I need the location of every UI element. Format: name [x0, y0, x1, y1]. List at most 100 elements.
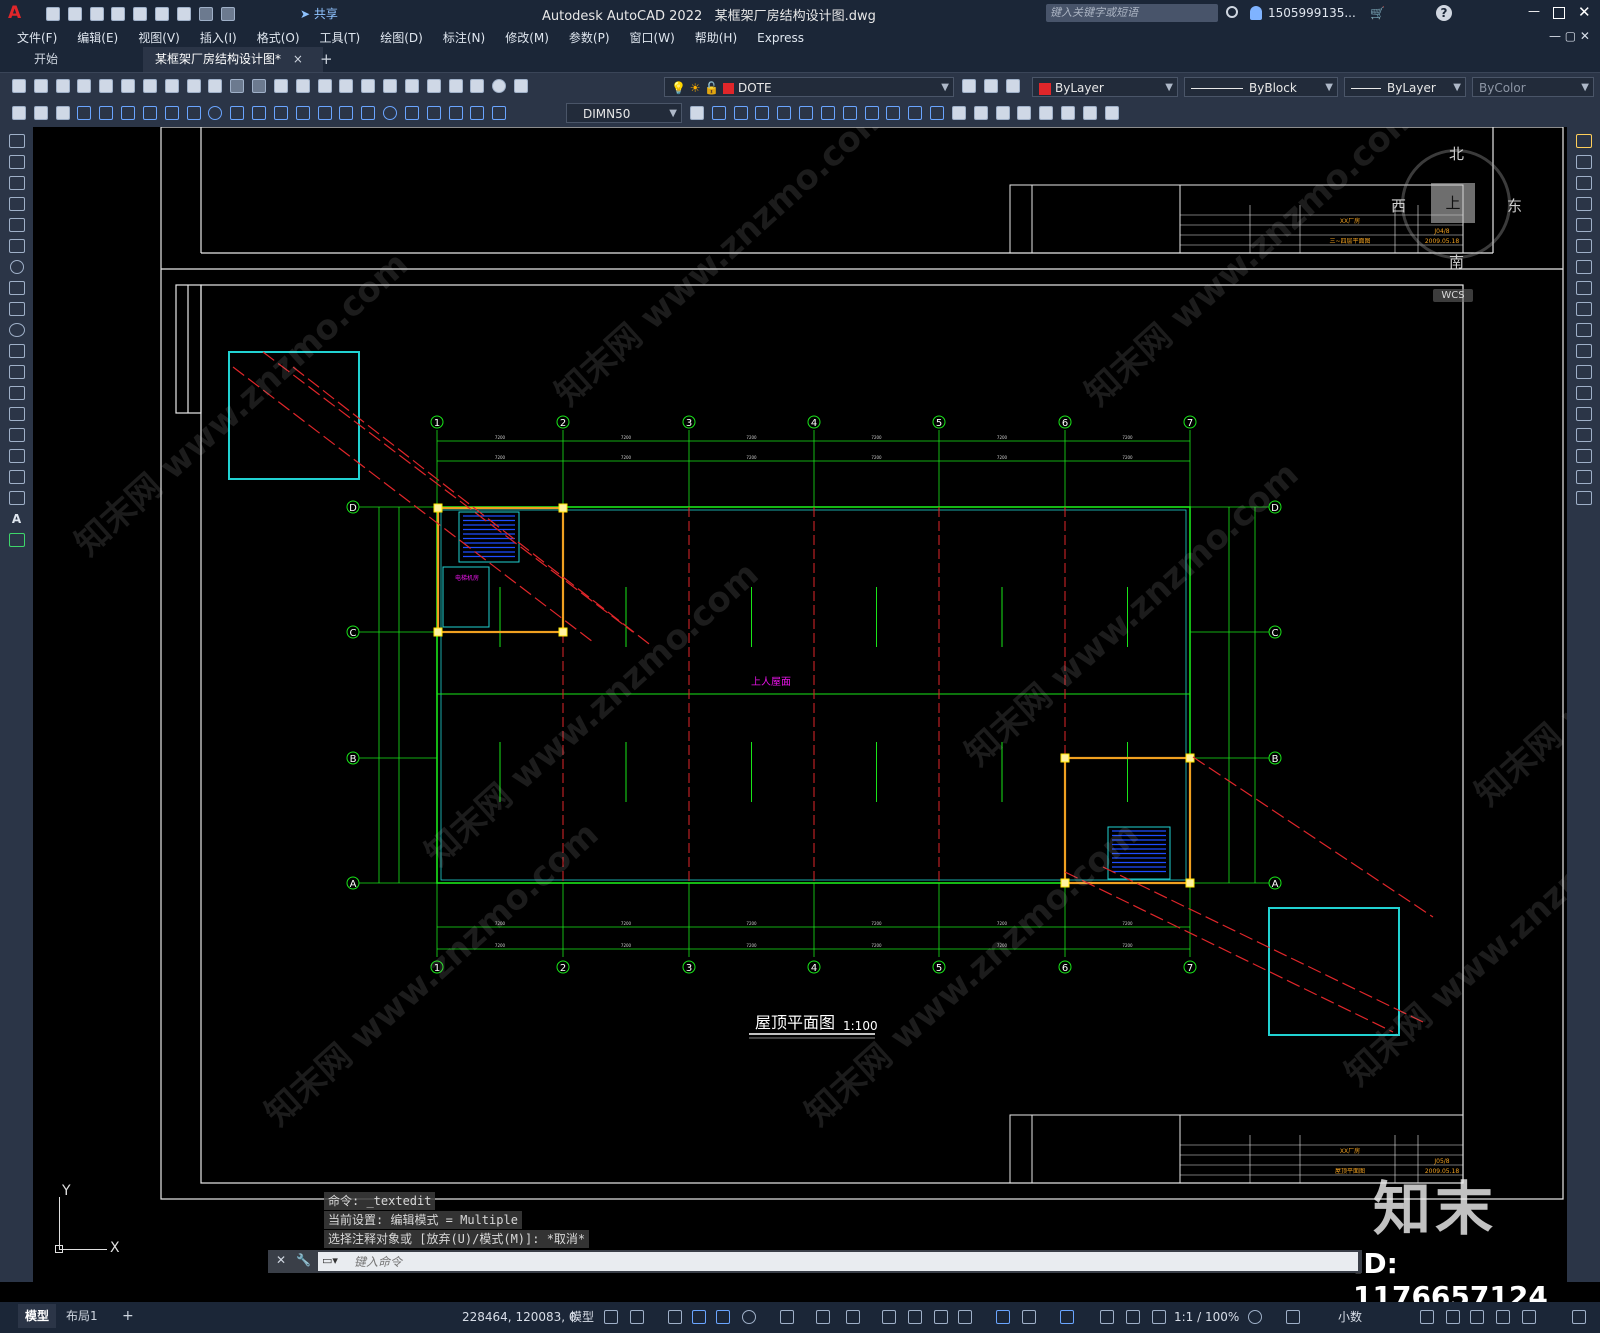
- lineweight-icon[interactable]: [882, 1310, 896, 1324]
- undo-icon[interactable]: [198, 6, 213, 21]
- isodraft-icon[interactable]: [780, 1310, 794, 1324]
- ortho-icon[interactable]: [716, 1310, 730, 1324]
- maximize-button[interactable]: [1553, 7, 1565, 19]
- menu-item[interactable]: 标注(N): [443, 29, 485, 46]
- polygon-icon[interactable]: [8, 197, 25, 211]
- tool-m-icon[interactable]: [908, 105, 923, 120]
- layer-properties-icon[interactable]: [514, 78, 529, 93]
- layer-states-icon[interactable]: [1005, 78, 1020, 93]
- chamfer-icon[interactable]: [1575, 428, 1592, 442]
- help-button[interactable]: ?: [1436, 5, 1452, 21]
- add-tab-button[interactable]: +: [308, 47, 345, 72]
- tolerance-icon[interactable]: [361, 105, 376, 120]
- rotate-icon[interactable]: [1575, 260, 1592, 274]
- dynamic-ucs-icon[interactable]: [996, 1310, 1010, 1324]
- dim-break-icon[interactable]: [339, 105, 354, 120]
- menu-item[interactable]: 绘图(D): [380, 29, 423, 46]
- command-close-icon[interactable]: ✕: [276, 1253, 286, 1267]
- join-icon[interactable]: [1575, 407, 1592, 421]
- auto-scale-icon[interactable]: [1126, 1310, 1140, 1324]
- minimize-button[interactable]: —: [1528, 4, 1540, 18]
- selection-cycling-icon[interactable]: [934, 1310, 948, 1324]
- menu-item[interactable]: 帮助(H): [695, 29, 737, 46]
- tool-e-icon[interactable]: [733, 105, 748, 120]
- tool-n-icon[interactable]: [930, 105, 945, 120]
- menu-item[interactable]: 工具(T): [320, 29, 361, 46]
- compass-west[interactable]: 西: [1391, 195, 1406, 216]
- tool-c-icon[interactable]: [55, 105, 70, 120]
- customize-icon[interactable]: [1572, 1310, 1586, 1324]
- redo-icon-2[interactable]: [252, 78, 267, 93]
- tool-palettes-icon[interactable]: [404, 78, 419, 93]
- make-current-icon[interactable]: [962, 78, 976, 93]
- save-icon[interactable]: [89, 6, 104, 21]
- calculator-icon[interactable]: [470, 78, 485, 93]
- grid-icon[interactable]: [604, 1310, 618, 1324]
- print-icon[interactable]: [176, 6, 191, 21]
- infer-icon[interactable]: [668, 1310, 682, 1324]
- cut-icon[interactable]: [142, 78, 157, 93]
- zoom-realtime-icon[interactable]: [295, 78, 310, 93]
- viewcube-face[interactable]: 上: [1431, 183, 1475, 223]
- revision-cloud-icon[interactable]: [8, 281, 25, 295]
- viewcube[interactable]: 北 南 西 东 上 WCS: [1391, 127, 1523, 307]
- extend-icon[interactable]: [1575, 344, 1592, 358]
- zoom-window-icon[interactable]: [317, 78, 332, 93]
- array-icon[interactable]: [1575, 218, 1592, 232]
- table-icon[interactable]: [8, 491, 25, 505]
- tool-a-icon[interactable]: [12, 105, 26, 120]
- search-input[interactable]: 键入关键字或短语: [1046, 4, 1218, 22]
- units-value[interactable]: 小数: [1338, 1302, 1362, 1333]
- tool-g-icon[interactable]: [777, 105, 792, 120]
- layout-tab-1[interactable]: 布局1: [66, 1304, 98, 1328]
- tool-i-icon[interactable]: [820, 105, 835, 120]
- new-file-icon[interactable]: [46, 6, 60, 21]
- model-space-button[interactable]: 模型: [570, 1302, 594, 1333]
- point-icon[interactable]: [8, 407, 25, 421]
- redo-icon[interactable]: [220, 6, 235, 21]
- ellipse-arc-icon[interactable]: [8, 344, 25, 358]
- quick-dim-icon[interactable]: [252, 105, 267, 120]
- tool-r-icon[interactable]: [1017, 105, 1032, 120]
- menu-item[interactable]: 窗口(W): [630, 29, 675, 46]
- 3d-osnap-icon[interactable]: [958, 1310, 972, 1324]
- plot-preview-icon[interactable]: [99, 78, 114, 93]
- dimstyle-dropdown[interactable]: DIMN50 ▼: [566, 103, 682, 123]
- search-icon[interactable]: [1226, 6, 1238, 18]
- open-web-icon[interactable]: [133, 6, 148, 21]
- match-prop-icon[interactable]: [208, 78, 223, 93]
- plot-icon[interactable]: [77, 78, 92, 93]
- markup-icon[interactable]: [448, 78, 463, 93]
- tool-o-icon[interactable]: [951, 105, 966, 120]
- doc-window-controls[interactable]: — ▢ ✕: [1549, 29, 1590, 43]
- hardware-acceleration-icon[interactable]: [1496, 1310, 1510, 1324]
- annotation-scale-value[interactable]: 1:1 / 100%: [1174, 1302, 1239, 1333]
- line-icon[interactable]: [8, 134, 25, 148]
- undo-icon-2[interactable]: [230, 78, 245, 93]
- dim-update-icon[interactable]: [492, 105, 507, 120]
- properties-icon[interactable]: [361, 78, 376, 93]
- cart-icon[interactable]: 🛒: [1370, 6, 1385, 20]
- drawing-canvas[interactable]: XX厂房 三~四层平面图 J04/8 2009.05.18 XX厂房 屋顶平面图 J05/…: [33, 127, 1567, 1302]
- layer-dropdown[interactable]: 💡 ☀ 🔓 DOTE ▼: [664, 77, 954, 97]
- menu-item[interactable]: 修改(M): [505, 29, 549, 46]
- blend-curves-icon[interactable]: [1575, 470, 1592, 484]
- add-selected-icon[interactable]: [8, 533, 25, 547]
- save-icon-2[interactable]: [55, 78, 70, 93]
- linetype-dropdown[interactable]: ByBlock ▼: [1184, 77, 1338, 97]
- tool-p-icon[interactable]: [973, 105, 988, 120]
- annotation-scale-icon[interactable]: [1152, 1310, 1166, 1324]
- isolate-objects-icon[interactable]: [1470, 1310, 1484, 1324]
- trim-icon[interactable]: [1575, 323, 1592, 337]
- menu-item[interactable]: 格式(O): [257, 29, 300, 46]
- coordinates-readout[interactable]: 228464, 120083, 0: [462, 1302, 577, 1333]
- tool-j-icon[interactable]: [842, 105, 857, 120]
- explode-icon[interactable]: [1575, 491, 1592, 505]
- circle-icon[interactable]: [9, 260, 24, 274]
- osnap-icon[interactable]: [846, 1310, 860, 1324]
- diameter-dim-icon[interactable]: [208, 105, 223, 120]
- lineweight-dropdown[interactable]: ByLayer ▼: [1344, 77, 1466, 97]
- polyline-icon[interactable]: [8, 176, 25, 190]
- region-icon[interactable]: [8, 470, 25, 484]
- jogged-dim-icon[interactable]: [186, 105, 201, 120]
